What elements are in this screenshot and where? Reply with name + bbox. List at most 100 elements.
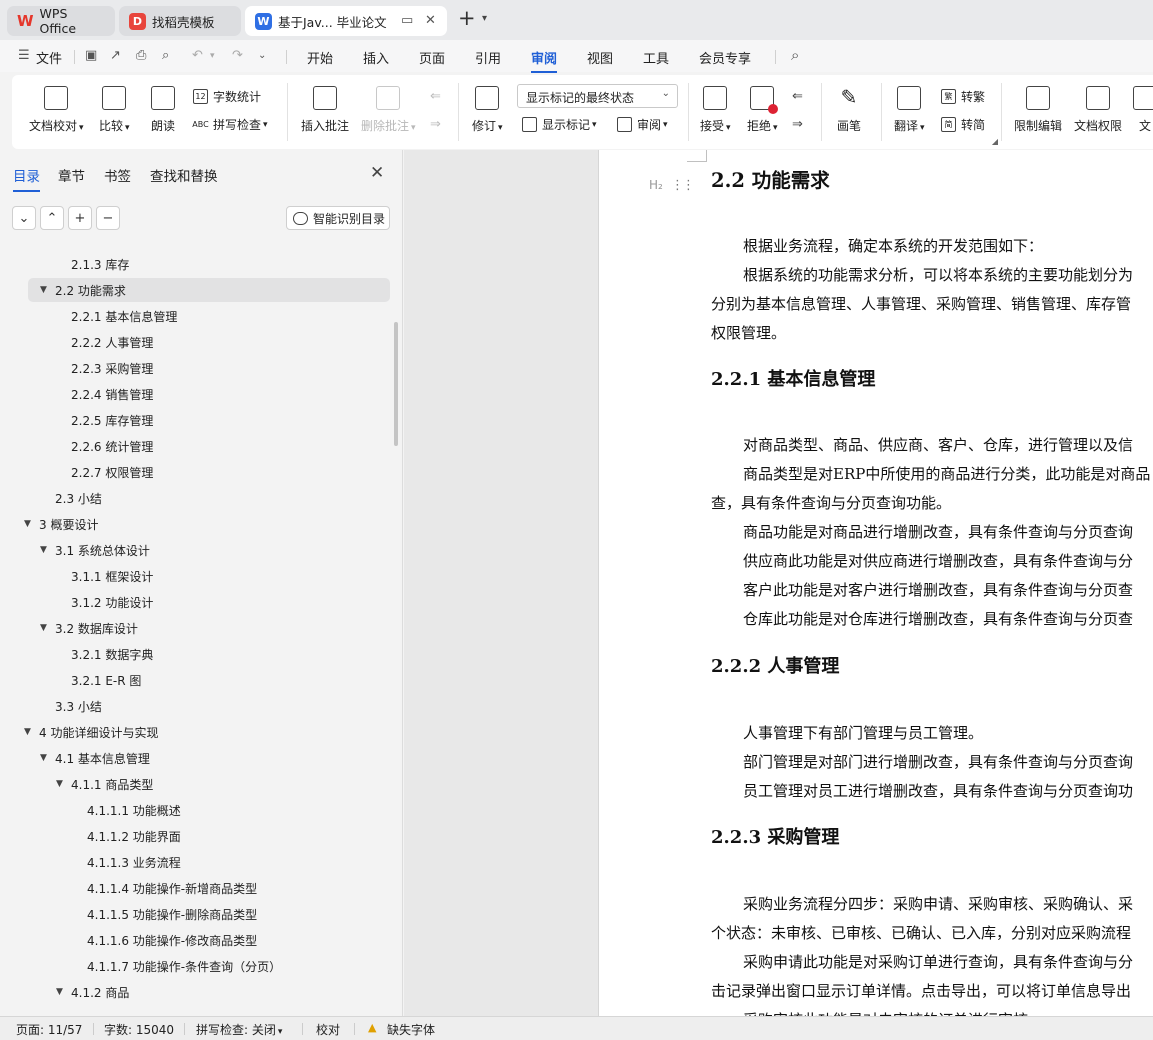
menu-member[interactable]: 会员专享: [699, 48, 751, 67]
next-change-icon[interactable]: ⇒: [792, 117, 803, 132]
toc-item[interactable]: 4.1.1.2 功能界面: [0, 824, 395, 848]
previous-comment-icon[interactable]: ⇐: [430, 89, 441, 104]
print-preview-icon[interactable]: ⌕: [162, 48, 169, 63]
tab-docer-templates[interactable]: D 找稻壳模板: [119, 6, 241, 36]
translate-button[interactable]: 翻译 ▾: [894, 86, 925, 134]
spell-check-button[interactable]: ABC 拼写检查 ▾: [192, 116, 267, 133]
menu-review[interactable]: 审阅: [531, 48, 558, 73]
missing-font-status[interactable]: 缺失字体: [387, 1021, 435, 1038]
toc-item[interactable]: 4.1.1.3 业务流程: [0, 850, 395, 874]
expand-toggle-icon[interactable]: ▼: [24, 727, 31, 737]
tab-current-document[interactable]: W 基于Jav... 毕业论文 ▭ ✕: [245, 6, 447, 36]
float-window-icon[interactable]: ▭: [401, 13, 413, 28]
to-traditional-button[interactable]: 繁 转繁: [941, 88, 985, 105]
undo-dropdown-icon[interactable]: ▾: [210, 51, 215, 61]
insert-comment-button[interactable]: 插入批注: [301, 86, 349, 134]
tab-find-replace[interactable]: 查找和替换: [150, 165, 218, 185]
hamburger-menu-icon[interactable]: ☰: [18, 48, 30, 63]
expand-toggle-icon[interactable]: ▼: [56, 987, 63, 997]
track-changes-button[interactable]: 修订 ▾: [472, 86, 503, 134]
collapse-all-icon[interactable]: ⌄: [12, 206, 36, 230]
doc-more-button[interactable]: 文: [1133, 86, 1153, 134]
tab-toc[interactable]: 目录: [13, 165, 40, 192]
close-icon[interactable]: ✕: [370, 163, 384, 183]
redo-icon[interactable]: ↷: [232, 48, 243, 63]
close-tab-icon[interactable]: ✕: [425, 13, 436, 28]
toc-item[interactable]: ▼ 3 概要设计: [0, 512, 395, 536]
share-icon[interactable]: ↗: [110, 48, 121, 63]
toc-item[interactable]: 2.3 小结: [0, 486, 395, 510]
delete-comment-button[interactable]: 删除批注 ▾: [361, 86, 416, 134]
toc-item[interactable]: ▼ 3.2 数据库设计: [0, 616, 395, 640]
menu-file[interactable]: 文件: [36, 48, 62, 67]
toc-item[interactable]: 4.1.1.7 功能操作-条件查询（分页）: [0, 954, 395, 978]
menu-insert[interactable]: 插入: [363, 48, 389, 67]
toc-item[interactable]: 2.2.7 权限管理: [0, 460, 395, 484]
chevron-down-icon[interactable]: ⌄: [258, 50, 266, 61]
review-pane-button[interactable]: 审阅 ▾: [617, 116, 668, 133]
menu-references[interactable]: 引用: [475, 48, 501, 67]
toc-item[interactable]: ▼ 2.2 功能需求: [28, 278, 390, 302]
doc-permission-button[interactable]: 文档权限: [1074, 86, 1122, 134]
drag-handle-icon[interactable]: ⋮⋮: [671, 178, 695, 193]
toc-item[interactable]: 4.1.1.1 功能概述: [0, 798, 395, 822]
expand-toggle-icon[interactable]: ▼: [40, 285, 47, 295]
toc-item[interactable]: ▼ 4.1.2 商品: [0, 980, 395, 1004]
menu-home[interactable]: 开始: [307, 48, 333, 67]
markup-state-select[interactable]: 显示标记的最终状态 ⌄: [517, 84, 678, 108]
to-simplified-button[interactable]: 简 转简: [941, 116, 985, 133]
proofread-status[interactable]: 校对: [316, 1021, 340, 1038]
expand-toggle-icon[interactable]: ▼: [40, 753, 47, 763]
tab-bookmarks[interactable]: 书签: [104, 165, 131, 185]
undo-icon[interactable]: ↶: [192, 48, 203, 63]
toc-item[interactable]: ▼ 3.1 系统总体设计: [0, 538, 395, 562]
expand-toggle-icon[interactable]: ▼: [56, 779, 63, 789]
toc-item[interactable]: 3.1.1 框架设计: [0, 564, 395, 588]
restrict-edit-button[interactable]: 限制编辑: [1014, 86, 1062, 134]
expand-toggle-icon[interactable]: ▼: [24, 519, 31, 529]
next-comment-icon[interactable]: ⇒: [430, 117, 441, 132]
scrollbar[interactable]: [394, 322, 398, 446]
add-heading-icon[interactable]: +: [68, 206, 92, 230]
print-icon[interactable]: ⎙: [136, 48, 146, 63]
reject-button[interactable]: 拒绝 ▾: [747, 86, 779, 134]
toc-item[interactable]: 4.1.1.5 功能操作-删除商品类型: [0, 902, 395, 926]
page-indicator[interactable]: 页面: 11/57: [16, 1021, 82, 1038]
toc-item[interactable]: 3.3 小结: [0, 694, 395, 718]
tab-sections[interactable]: 章节: [58, 165, 85, 185]
toc-item[interactable]: 4.1.1.4 功能操作-新增商品类型: [0, 876, 395, 900]
expand-toggle-icon[interactable]: ▼: [40, 623, 47, 633]
smart-toc-button[interactable]: 智能识别目录: [286, 206, 390, 230]
previous-change-icon[interactable]: ⇐: [792, 89, 803, 104]
read-aloud-button[interactable]: 朗读: [151, 86, 175, 134]
toc-item[interactable]: 2.2.2 人事管理: [0, 330, 395, 354]
toc-item[interactable]: ▼ 4.1 基本信息管理: [0, 746, 395, 770]
show-markup-button[interactable]: 显示标记 ▾: [522, 116, 597, 133]
chevron-down-icon[interactable]: ▾: [482, 13, 487, 24]
word-count-button[interactable]: 12 字数统计: [193, 88, 261, 105]
word-count-status[interactable]: 字数: 15040: [104, 1021, 174, 1038]
doc-check-button[interactable]: 文档校对 ▾: [29, 86, 84, 134]
toc-item[interactable]: 2.2.6 统计管理: [0, 434, 395, 458]
search-icon[interactable]: ⌕: [791, 46, 799, 64]
menu-view[interactable]: 视图: [587, 48, 613, 67]
spell-check-status[interactable]: 拼写检查: 关闭 ▾: [196, 1021, 282, 1038]
accept-button[interactable]: 接受 ▾: [700, 86, 731, 134]
tab-wps-office[interactable]: W WPS Office: [7, 6, 115, 36]
toc-item[interactable]: 3.2.1 数据字典: [0, 642, 395, 666]
toc-item[interactable]: 2.2.3 采购管理: [0, 356, 395, 380]
pen-button[interactable]: ✎ 画笔: [837, 86, 861, 134]
toc-item[interactable]: 2.2.4 销售管理: [0, 382, 395, 406]
toc-item[interactable]: 2.2.5 库存管理: [0, 408, 395, 432]
menu-page[interactable]: 页面: [419, 48, 445, 67]
toc-item[interactable]: ▼ 4.1.1 商品类型: [0, 772, 395, 796]
compare-button[interactable]: 比较 ▾: [99, 86, 130, 134]
toc-item[interactable]: 2.1.3 库存: [0, 252, 395, 276]
document-page[interactable]: H₂ ⋮⋮ 2.2 功能需求 根据业务流程，确定本系统的开发范围如下： 根据系统的功…: [598, 150, 1153, 1016]
remove-heading-icon[interactable]: −: [96, 206, 120, 230]
add-tab-icon[interactable]: +: [458, 6, 476, 30]
ribbon-expand-icon[interactable]: ◢: [992, 137, 998, 146]
chevron-up-icon[interactable]: ⌃: [40, 206, 64, 230]
toc-item[interactable]: ▼ 4 功能详细设计与实现: [0, 720, 395, 744]
save-icon[interactable]: ▣: [85, 48, 97, 63]
